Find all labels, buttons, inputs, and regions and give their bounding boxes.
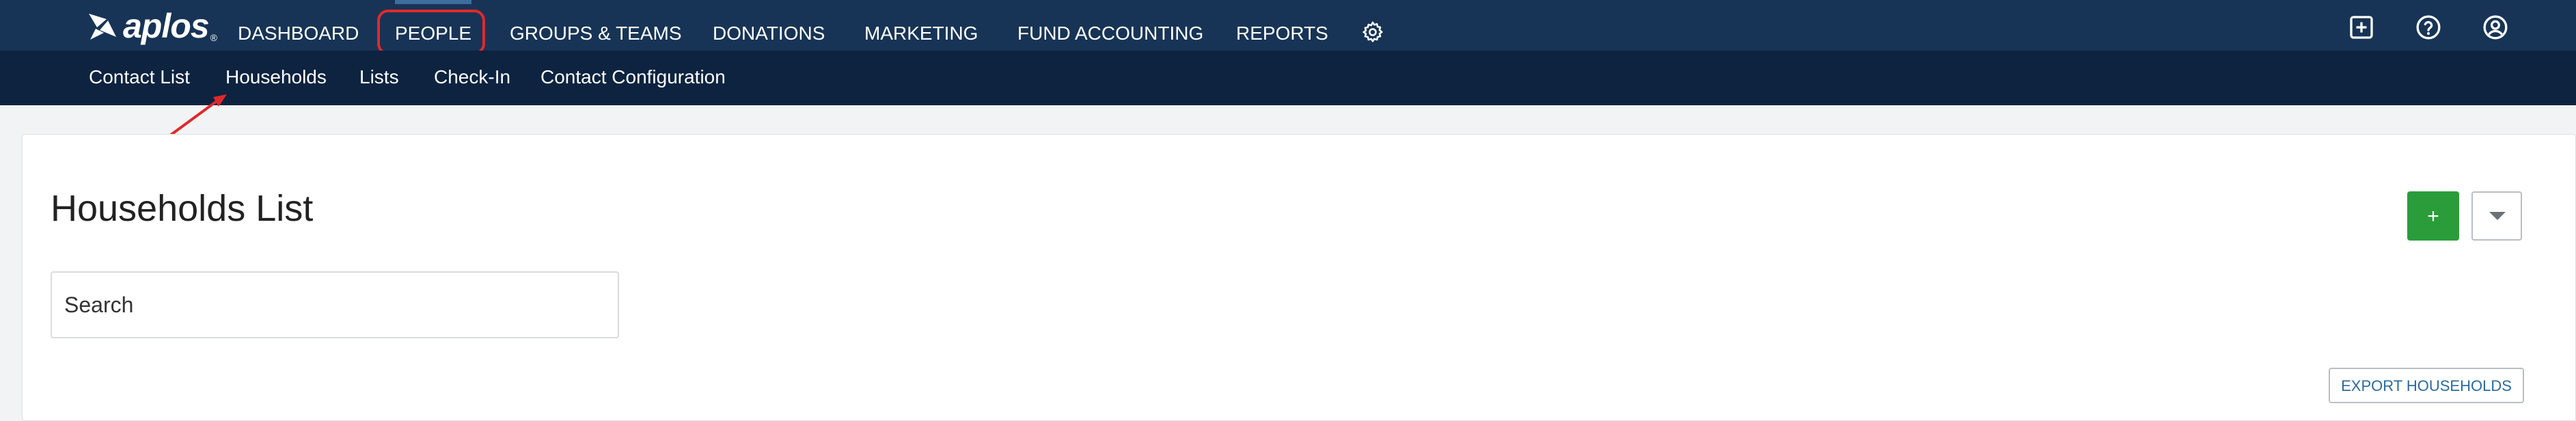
subnav-contact-configuration[interactable]: Contact Configuration	[540, 51, 726, 105]
nav-donations[interactable]: DONATIONS	[713, 0, 825, 51]
search-input[interactable]	[51, 271, 619, 338]
add-household-button[interactable]: +	[2407, 191, 2459, 241]
aplos-logo[interactable]: aplos ®	[83, 7, 217, 45]
nav-reports[interactable]: REPORTS	[1236, 0, 1328, 51]
subnav-check-in[interactable]: Check-In	[434, 51, 510, 105]
nav-groups-teams[interactable]: GROUPS & TEAMS	[510, 0, 682, 51]
more-options-dropdown-button[interactable]	[2471, 191, 2522, 241]
nav-marketing[interactable]: MARKETING	[864, 0, 978, 51]
export-households-button[interactable]: EXPORT HOUSEHOLDS	[2329, 368, 2524, 403]
sub-navigation-bar: Contact List Households Lists Check-In C…	[0, 51, 2576, 105]
subnav-lists[interactable]: Lists	[359, 51, 399, 105]
aplos-logo-icon	[89, 14, 116, 40]
help-circle-icon[interactable]	[2415, 14, 2442, 41]
subnav-households[interactable]: Households	[225, 51, 327, 105]
logo-registered-mark: ®	[210, 32, 217, 43]
nav-fund-accounting[interactable]: FUND ACCOUNTING	[1017, 0, 1203, 51]
user-circle-icon[interactable]	[2482, 14, 2509, 41]
top-navigation-bar: aplos ® DASHBOARD PEOPLE GROUPS & TEAMS …	[0, 0, 2576, 51]
caret-down-icon	[2489, 212, 2506, 220]
plus-square-icon[interactable]	[2348, 14, 2375, 41]
nav-dashboard[interactable]: DASHBOARD	[238, 0, 359, 51]
page-title: Households List	[51, 188, 314, 229]
nav-people[interactable]: PEOPLE	[395, 0, 472, 51]
settings-gear-icon[interactable]	[1361, 21, 1384, 44]
logo-text: aplos	[123, 7, 210, 45]
